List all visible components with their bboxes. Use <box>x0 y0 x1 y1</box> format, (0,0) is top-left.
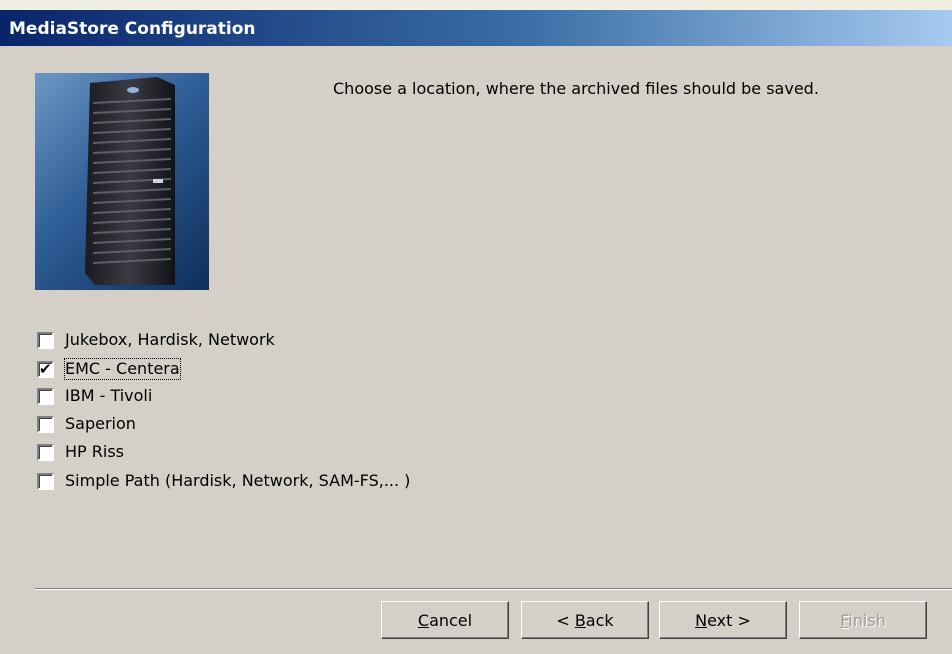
back-label: < Back <box>556 610 614 630</box>
finish-label: Finish <box>840 610 886 630</box>
checkbox[interactable] <box>37 473 54 490</box>
window-title: MediaStore Configuration <box>9 19 256 39</box>
cancel-button[interactable]: Cancel <box>381 601 509 639</box>
instruction-text: Choose a location, where the archived fi… <box>333 79 819 98</box>
check-mark-icon: ✔ <box>39 360 52 378</box>
checkbox[interactable] <box>37 388 54 405</box>
finish-button[interactable]: Finish <box>799 601 927 639</box>
option-label: Saperion <box>65 414 136 433</box>
checkbox[interactable] <box>37 416 54 433</box>
option-label: Jukebox, Hardisk, Network <box>65 330 275 349</box>
checkbox[interactable] <box>37 444 54 461</box>
next-label: Next > <box>695 610 751 630</box>
option-label: HP Riss <box>65 442 124 461</box>
top-strip <box>0 0 952 10</box>
checkbox[interactable]: ✔ <box>37 360 54 378</box>
option-label: Simple Path (Hardisk, Network, SAM-FS,..… <box>65 471 411 490</box>
checkbox[interactable] <box>37 332 54 349</box>
back-button[interactable]: < Back <box>521 601 649 639</box>
separator <box>35 588 952 590</box>
title-bar: MediaStore Configuration <box>0 10 952 46</box>
option-label: IBM - Tivoli <box>65 386 153 405</box>
server-image <box>35 73 209 290</box>
next-button[interactable]: Next > <box>659 601 787 639</box>
option-label: EMC - Centera <box>64 358 181 380</box>
cancel-label: Cancel <box>417 610 473 630</box>
server-tower-icon <box>85 77 175 285</box>
